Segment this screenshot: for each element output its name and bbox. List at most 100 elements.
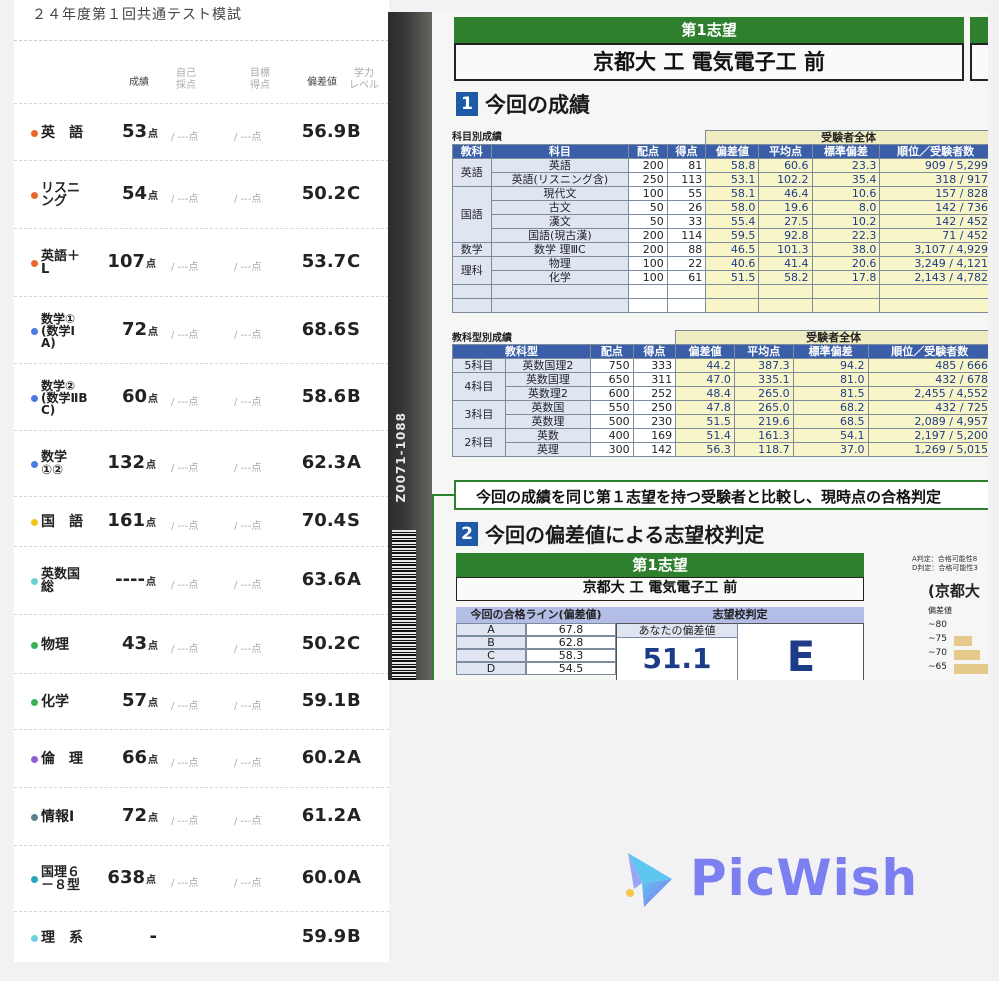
subject-name: 数学① (数学Ⅰ A) (41, 311, 76, 350)
score-value: 107点 (96, 251, 156, 272)
score-row[interactable]: 数学② (数学ⅡB C) 60点 / ---点 / ---点 58.6 B (14, 363, 389, 430)
max-score: 750 (590, 358, 634, 373)
self-score-placeholder[interactable]: / ---点 (171, 697, 198, 712)
target-score-placeholder[interactable]: / ---点 (234, 517, 261, 532)
exam-title: ２４年度第１回共通テスト模試 (32, 7, 242, 23)
score-row[interactable]: 英 語 53点 / ---点 / ---点 56.9 B (14, 103, 389, 160)
target-score-placeholder[interactable]: / ---点 (234, 874, 261, 889)
score-row[interactable]: 国理６ －８型 638点 / ---点 / ---点 60.0 A (14, 845, 389, 911)
subject-name: リスニ ング (41, 181, 81, 209)
table-row: 数学 数学 理ⅢC 200 88 46.5 101.3 38.0 3,107 / 4,929 (452, 242, 988, 257)
score-value: ----点 (96, 569, 156, 590)
target-score-placeholder[interactable]: / ---点 (234, 393, 261, 408)
std-dev: 10.6 (811, 186, 881, 201)
self-score-placeholder[interactable]: / ---点 (171, 640, 198, 655)
self-score-placeholder[interactable]: / ---点 (171, 459, 198, 474)
score-number: 43 (121, 632, 147, 654)
target-score-placeholder[interactable]: / ---点 (234, 459, 261, 474)
max-score: 400 (590, 428, 634, 443)
table-row: 英数理2 600 252 48.4 265.0 81.5 2,455 / 4,552 (453, 386, 988, 401)
empty-cell (879, 298, 988, 313)
target-score-placeholder[interactable]: / ---点 (234, 697, 261, 712)
score: 33 (666, 214, 707, 229)
target-score-placeholder[interactable]: / ---点 (234, 258, 261, 273)
max-score: 500 (590, 414, 634, 429)
screenshot: ２４年度第１回共通テスト模試 成績 自己 採点 目標 得点 偏差値 学力 レベル… (0, 0, 999, 981)
self-score-placeholder[interactable]: / ---点 (171, 576, 198, 591)
score-row[interactable]: 数学① (数学Ⅰ A) 72点 / ---点 / ---点 68.6 S (14, 296, 389, 363)
score-row[interactable]: 物理 43点 / ---点 / ---点 50.2 C (14, 614, 389, 673)
self-score-placeholder[interactable]: / ---点 (171, 128, 198, 143)
score-row[interactable]: 理 系 - 59.9 B (14, 911, 389, 962)
average: 101.3 (758, 242, 813, 257)
ladder-bar (954, 664, 988, 674)
std-dev: 68.5 (792, 414, 869, 429)
subject-dot (31, 641, 38, 649)
subject-name: 情報Ⅰ (41, 809, 75, 825)
self-score-placeholder[interactable]: / ---点 (171, 326, 198, 341)
subject-dot (31, 876, 38, 883)
score-unit: 点 (146, 460, 156, 471)
score-value: 57点 (102, 690, 158, 711)
target-score-placeholder[interactable]: / ---点 (234, 754, 261, 769)
column-header: 順位／受験者数 (879, 144, 988, 159)
target-score-placeholder[interactable]: / ---点 (234, 128, 261, 143)
table-header-row: 教科型 配点 得点 偏差値 平均点 標準偏差 順位／受験者数 (451, 344, 988, 359)
std-dev: 68.2 (792, 400, 869, 415)
score: 88 (666, 242, 707, 257)
target-score-placeholder[interactable]: / ---点 (234, 190, 261, 205)
score-row[interactable]: 英数国 総 ----点 / ---点 / ---点 63.6 A (14, 546, 389, 614)
self-score-placeholder[interactable]: / ---点 (171, 393, 198, 408)
target-score-placeholder[interactable]: / ---点 (234, 812, 261, 827)
level-grade: A (347, 867, 361, 888)
rank: 2,455 / 4,552 (867, 386, 988, 401)
deviation: 44.2 (675, 358, 735, 373)
table-top-row: 受験者全体 (453, 130, 988, 145)
score-row[interactable]: リスニ ング 54点 / ---点 / ---点 50.2 C (14, 160, 389, 228)
level-grade: B (347, 385, 361, 407)
column-header: 教科型 (451, 344, 592, 359)
score-row[interactable]: 英語＋ L 107点 / ---点 / ---点 53.7 C (14, 228, 389, 296)
subject-dot (31, 327, 38, 335)
type-name: 英数理 (504, 414, 592, 429)
score-row[interactable]: 化学 57点 / ---点 / ---点 59.1 B (14, 673, 389, 729)
score-row[interactable]: 国 語 161点 / ---点 / ---点 70.4 S (14, 496, 389, 546)
subject-name: 数学② (数学ⅡB C) (41, 378, 88, 417)
target-score-placeholder[interactable]: / ---点 (234, 640, 261, 655)
max-score: 50 (628, 200, 668, 215)
target-score-placeholder[interactable]: / ---点 (234, 326, 261, 341)
score-value: 638点 (96, 867, 156, 888)
subject-name: 理 系 (41, 929, 83, 946)
max-score: 600 (590, 386, 634, 401)
score-row[interactable]: 数学 ①② 132点 / ---点 / ---点 62.3 A (14, 430, 389, 496)
score-row[interactable]: 倫 理 66点 / ---点 / ---点 60.2 A (14, 729, 389, 787)
judge-first-choice-name: 京都大 工 電気電子工 前 (456, 577, 864, 601)
score: 113 (666, 172, 707, 187)
rank: 2,197 / 5,200 (867, 428, 988, 443)
self-score-placeholder[interactable]: / ---点 (171, 190, 198, 205)
empty-cell (879, 284, 988, 299)
section-2-title: 今回の偏差値による志望校判定 (485, 523, 765, 547)
self-score-placeholder[interactable]: / ---点 (171, 258, 198, 273)
subject-group: 数学 (452, 242, 492, 257)
self-score-placeholder[interactable]: / ---点 (171, 754, 198, 769)
std-dev: 37.0 (792, 442, 869, 457)
empty-cell (452, 298, 492, 313)
average: 387.3 (733, 358, 794, 373)
score-value: 72点 (102, 805, 158, 826)
score-value: 60点 (102, 386, 158, 407)
picwish-logo: PicWish (622, 845, 952, 915)
score: 114 (666, 228, 707, 243)
score-number: 57 (121, 690, 147, 711)
verdict-grade: E (786, 632, 816, 680)
judge-first-choice-header: 第1志望 (456, 553, 864, 577)
self-score-placeholder[interactable]: / ---点 (171, 517, 198, 532)
score: 252 (632, 386, 677, 401)
target-score-placeholder[interactable]: / ---点 (234, 576, 261, 591)
subject-dot (31, 461, 38, 468)
score: 81 (666, 158, 707, 173)
self-score-placeholder[interactable]: / ---点 (171, 812, 198, 827)
deviation-value: 62.3 (301, 452, 347, 473)
self-score-placeholder[interactable]: / ---点 (171, 874, 198, 889)
score-row[interactable]: 情報Ⅰ 72点 / ---点 / ---点 61.2 A (14, 787, 389, 845)
